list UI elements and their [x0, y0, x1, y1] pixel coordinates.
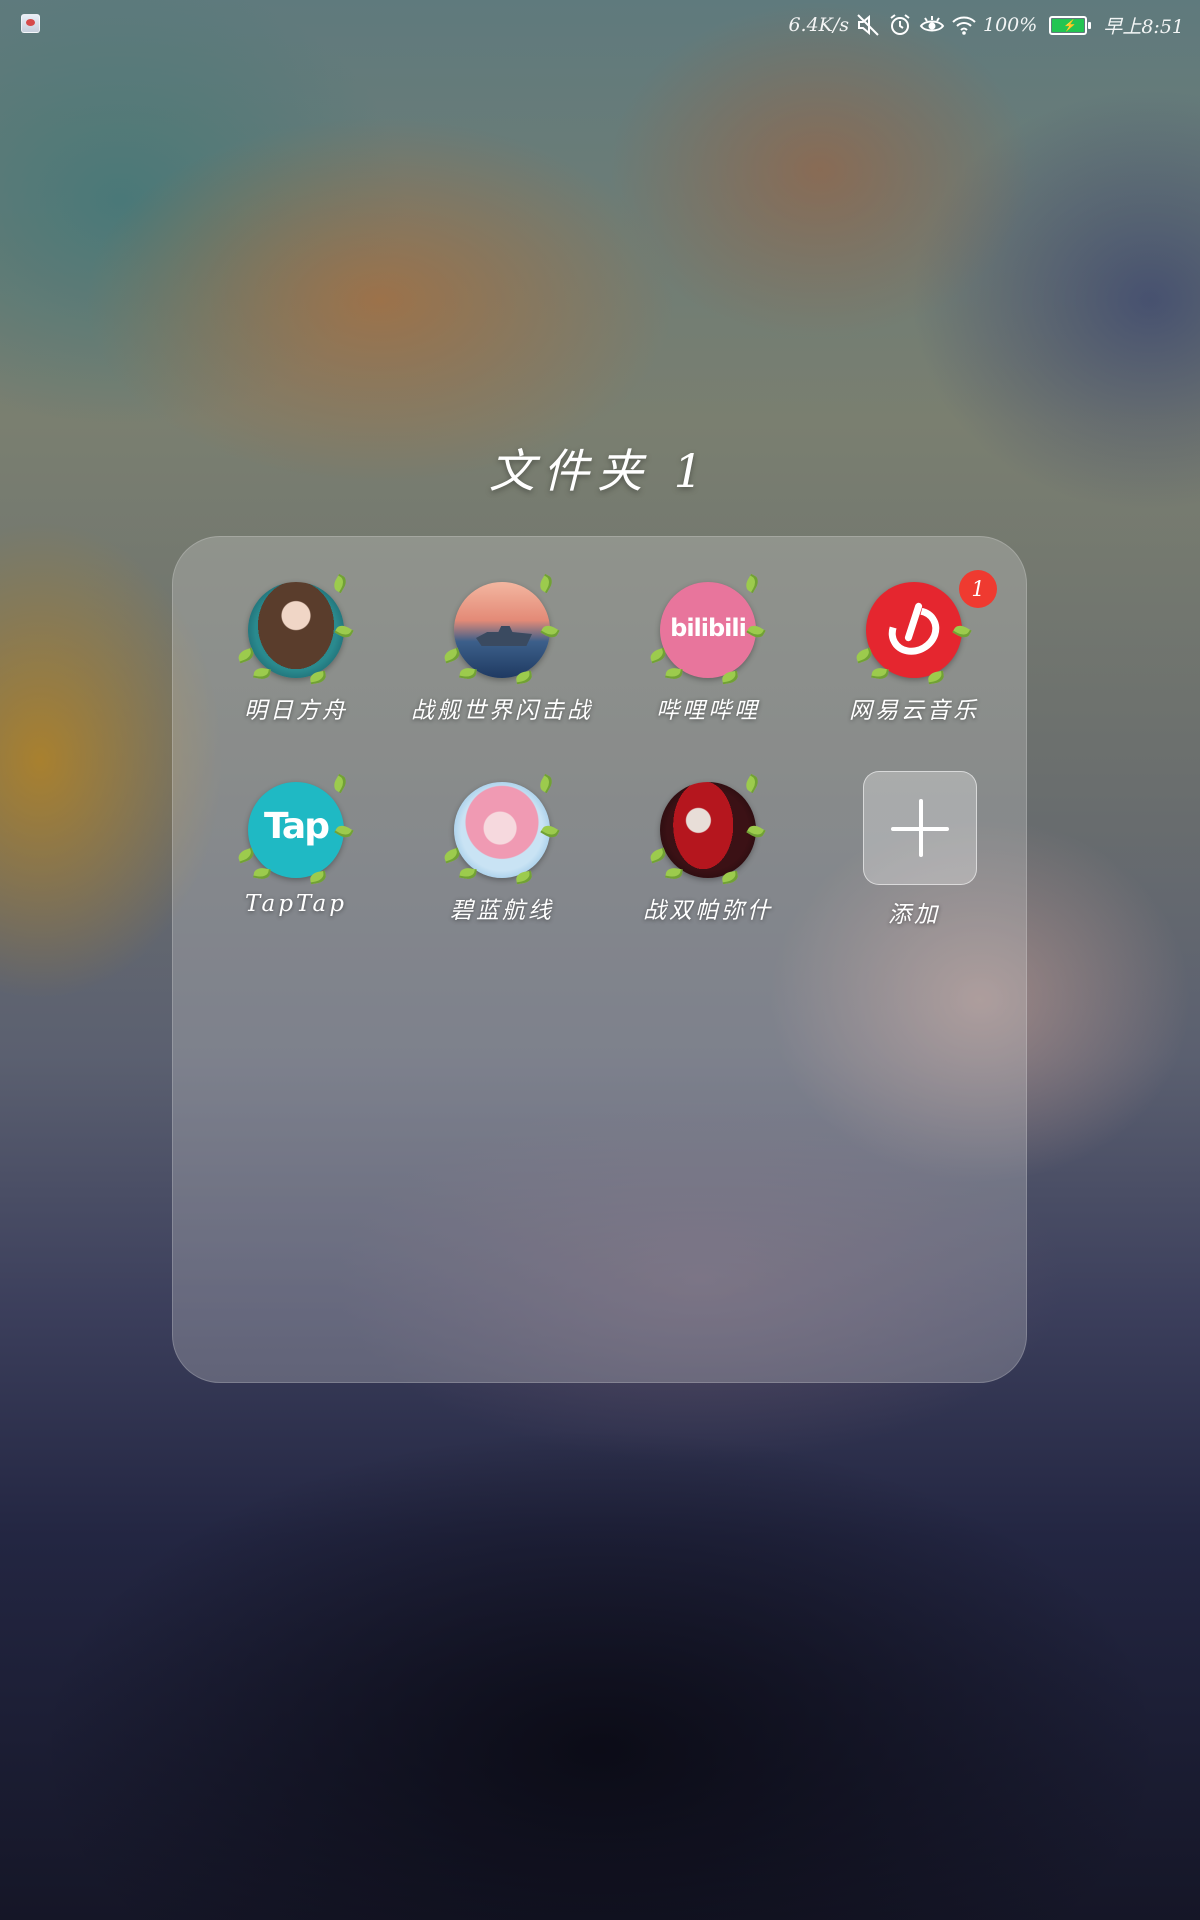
charging-bolt-icon: ⚡ — [1063, 18, 1078, 32]
notification-app-icon[interactable] — [21, 14, 40, 33]
punishing-gray-raven-icon[interactable] — [648, 773, 766, 885]
app-arknights[interactable]: 明日方舟 — [193, 537, 399, 724]
battery-icon: ⚡ — [1049, 15, 1092, 35]
app-netease-cloud-music[interactable]: 1 网易云音乐 — [811, 537, 1017, 724]
app-label: 哔哩哔哩 — [656, 698, 760, 724]
arknights-icon[interactable] — [236, 573, 354, 685]
app-label: TapTap — [245, 891, 347, 917]
mute-icon — [855, 12, 881, 38]
app-world-of-warships-blitz[interactable]: 战舰世界闪击战 — [399, 537, 605, 724]
world-of-warships-blitz-icon[interactable] — [442, 573, 560, 685]
netease-cloud-music-icon[interactable]: 1 — [854, 570, 997, 685]
app-taptap[interactable]: Tap TapTap — [193, 737, 399, 917]
app-label: 碧蓝航线 — [450, 898, 554, 924]
status-bar: 6.4K/s 100% ⚡ 早上8:51 — [0, 0, 1200, 50]
app-label: 明日方舟 — [244, 698, 348, 724]
taptap-icon[interactable]: Tap — [236, 773, 354, 885]
folder-panel: 明日方舟 战舰世界闪击战 bilibili 哔哩哔哩 1 网易云音乐 Tap T… — [172, 536, 1027, 1383]
bilibili-icon[interactable]: bilibili — [648, 573, 766, 685]
alarm-icon — [887, 12, 913, 38]
add-app-button[interactable]: 添加 — [811, 737, 1017, 928]
add-icon[interactable] — [863, 771, 977, 885]
wifi-icon — [951, 12, 977, 38]
status-icons: 6.4K/s 100% ⚡ 早上8:51 — [788, 10, 1184, 40]
network-speed: 6.4K/s — [788, 14, 849, 36]
notification-badge: 1 — [959, 570, 997, 608]
eye-comfort-icon — [919, 12, 945, 38]
app-label: 战舰世界闪击战 — [411, 698, 593, 724]
bilibili-logo-text: bilibili — [670, 614, 747, 642]
clock: 早上8:51 — [1103, 15, 1184, 38]
app-punishing-gray-raven[interactable]: 战双帕弥什 — [605, 737, 811, 924]
folder-title[interactable]: 文件夹 1 — [0, 435, 1200, 501]
battery-percent: 100% — [983, 14, 1038, 36]
taptap-logo-text: Tap — [264, 806, 330, 847]
app-bilibili[interactable]: bilibili 哔哩哔哩 — [605, 537, 811, 724]
add-label: 添加 — [888, 902, 940, 928]
app-label: 战双帕弥什 — [643, 898, 773, 924]
app-label: 网易云音乐 — [849, 698, 979, 724]
azur-lane-icon[interactable] — [442, 773, 560, 885]
app-azur-lane[interactable]: 碧蓝航线 — [399, 737, 605, 924]
